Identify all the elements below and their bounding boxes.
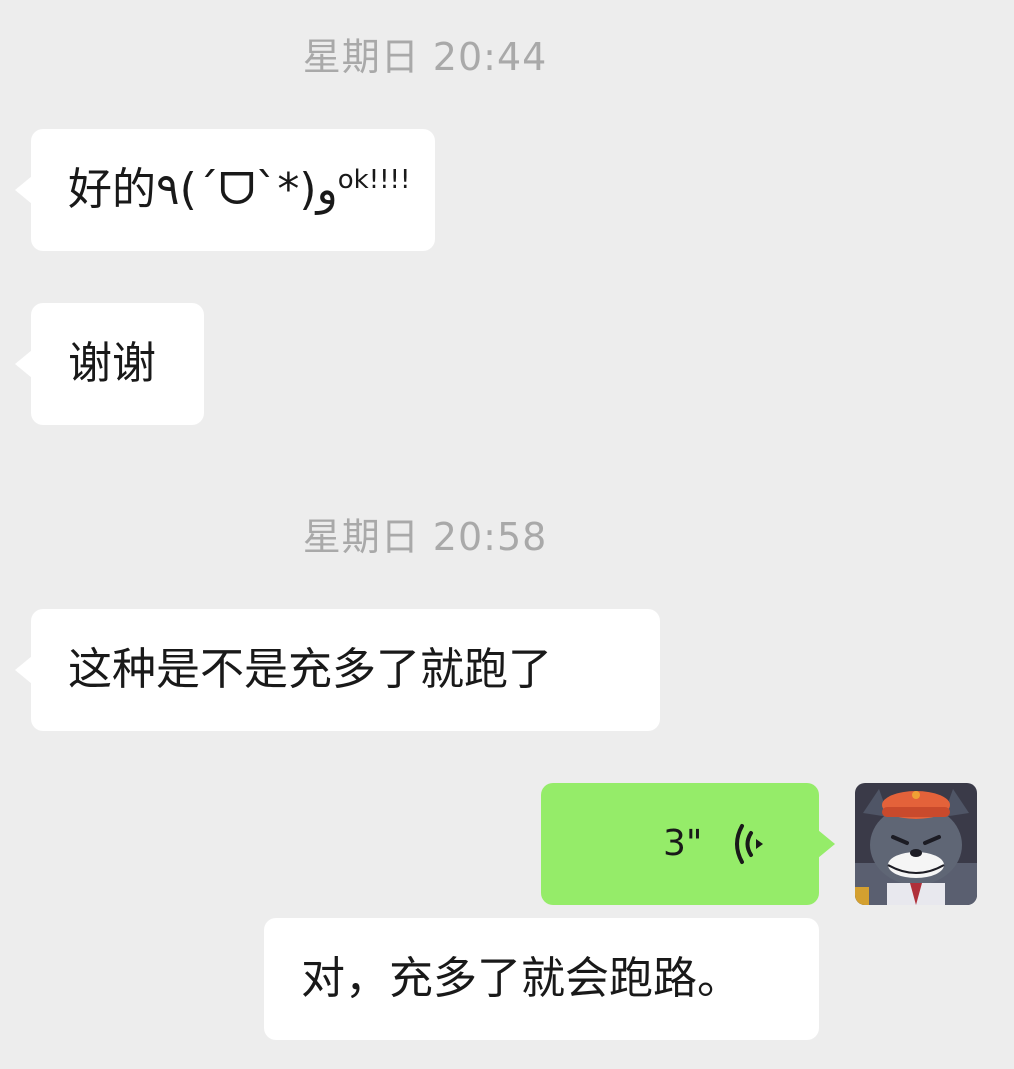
voice-duration: 3" <box>663 823 703 864</box>
voice-wave-icon <box>735 824 763 864</box>
message-bubble[interactable]: 谢谢 <box>15 303 204 425</box>
message-bubble[interactable]: 好的٩(ˊᗜˋ*)وok!!!! <box>15 129 435 251</box>
wolf-avatar-icon <box>855 783 977 905</box>
message-text: 好的٩(ˊᗜˋ*)و <box>68 164 338 215</box>
message-text: 这种是不是充多了就跑了 <box>68 644 552 695</box>
timestamp: 星期日 20:44 <box>302 35 548 79</box>
message-bubble[interactable]: 这种是不是充多了就跑了 <box>15 609 660 731</box>
avatar[interactable] <box>855 783 977 905</box>
timestamp: 星期日 20:58 <box>302 515 548 559</box>
message-text: 对，充多了就会跑路。 <box>301 953 741 1004</box>
message-superscript: ok!!!! <box>337 165 411 195</box>
message-bubble[interactable]: 对，充多了就会跑路。 <box>264 918 819 1040</box>
message-text: 谢谢 <box>68 338 156 389</box>
voice-message-bubble[interactable]: 3" <box>541 783 835 905</box>
